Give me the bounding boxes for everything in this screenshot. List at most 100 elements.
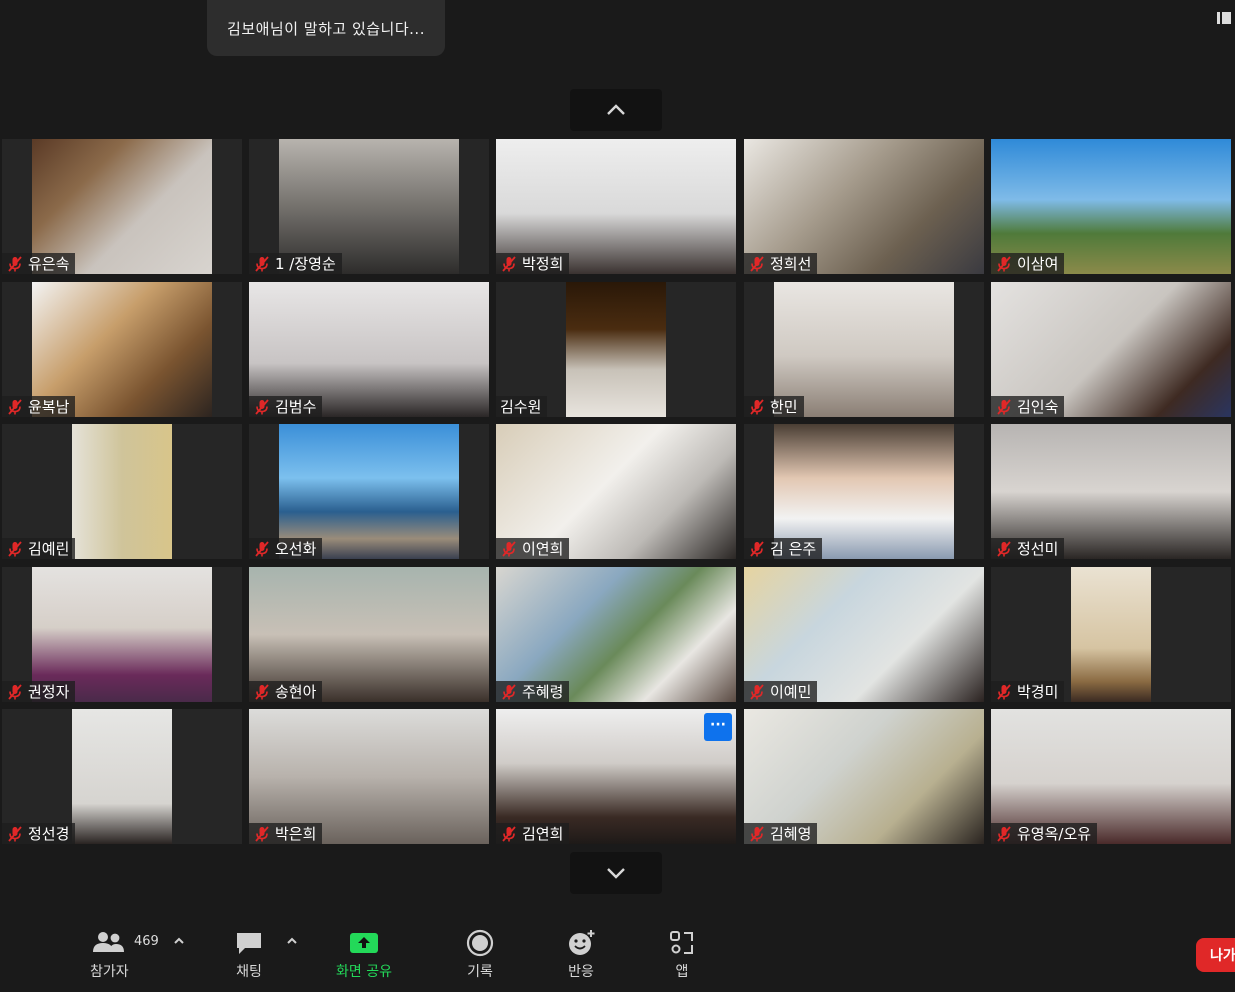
participant-tile[interactable]: 김수원 bbox=[496, 282, 736, 417]
share-screen-icon bbox=[349, 933, 378, 953]
participant-tile[interactable]: 유은속 bbox=[2, 139, 242, 274]
participant-name-tag: 박은희 bbox=[249, 823, 323, 844]
share-screen-button[interactable]: 화면 공유 bbox=[336, 928, 392, 981]
mic-muted-icon bbox=[8, 683, 22, 700]
mic-muted-icon bbox=[255, 398, 269, 415]
mic-muted-icon bbox=[255, 540, 269, 557]
participant-tile[interactable]: 권정자 bbox=[2, 567, 242, 702]
participant-tile[interactable]: 이연희 bbox=[496, 424, 736, 559]
chat-caret-icon[interactable] bbox=[285, 934, 299, 948]
mic-muted-icon bbox=[8, 540, 22, 557]
participant-name: 정희선 bbox=[770, 255, 812, 273]
mic-muted-icon bbox=[502, 683, 516, 700]
participant-name: 김연희 bbox=[522, 825, 564, 843]
participant-name-tag: 김범수 bbox=[249, 396, 323, 417]
view-layout-icon[interactable] bbox=[1217, 12, 1231, 24]
participant-tile[interactable]: 정선미 bbox=[991, 424, 1231, 559]
chevron-up-icon bbox=[607, 104, 625, 115]
participant-tile[interactable]: 정선경 bbox=[2, 709, 242, 844]
participant-tile[interactable]: 오선화 bbox=[249, 424, 489, 559]
apps-button[interactable]: 앱 bbox=[669, 928, 695, 981]
participant-tile[interactable]: 윤복남 bbox=[2, 282, 242, 417]
participant-tile[interactable]: 김혜영 bbox=[744, 709, 984, 844]
page-up-button[interactable] bbox=[570, 89, 662, 131]
participant-tile[interactable]: 박정희 bbox=[496, 139, 736, 274]
participant-name: 김인숙 bbox=[1017, 398, 1059, 416]
mic-muted-icon bbox=[750, 540, 764, 557]
record-label: 기록 bbox=[467, 964, 493, 980]
active-speaker-text: 김보애님이 말하고 있습니다... bbox=[227, 19, 425, 38]
chat-button[interactable]: 채팅 bbox=[235, 928, 263, 981]
participant-tile[interactable]: 김인숙 bbox=[991, 282, 1231, 417]
mic-muted-icon bbox=[8, 825, 22, 842]
more-options-icon[interactable]: ··· bbox=[704, 713, 732, 741]
leave-button[interactable]: 나가 bbox=[1196, 938, 1235, 972]
participant-name-tag: 정선경 bbox=[2, 823, 76, 844]
mic-muted-icon bbox=[8, 255, 22, 272]
chat-label: 채팅 bbox=[236, 964, 262, 980]
participant-name-tag: 김연희 bbox=[496, 823, 570, 844]
mic-muted-icon bbox=[750, 255, 764, 272]
reactions-icon bbox=[569, 930, 595, 955]
apps-icon bbox=[670, 931, 693, 954]
participant-name-tag: 윤복남 bbox=[2, 396, 76, 417]
participant-video bbox=[1071, 567, 1151, 702]
mic-muted-icon bbox=[502, 825, 516, 842]
participant-name-tag: 김 은주 bbox=[744, 538, 823, 559]
video-gallery: 유은속 1 /장영순 박정희 정희선 이삼여윤복남 김범수 김수원 한민 김인숙김예린 오선화 이연… bbox=[0, 139, 1235, 844]
participants-button[interactable]: 참가자 bbox=[90, 928, 129, 981]
participant-tile[interactable]: 1 /장영순 bbox=[249, 139, 489, 274]
active-speaker-banner: 김보애님이 말하고 있습니다... bbox=[207, 0, 445, 56]
participant-tile[interactable]: 김연희 ··· bbox=[496, 709, 736, 844]
participant-tile[interactable]: 주혜령 bbox=[496, 567, 736, 702]
page-down-button[interactable] bbox=[570, 852, 662, 894]
participant-name-tag: 송현아 bbox=[249, 681, 323, 702]
participant-tile[interactable]: 정희선 bbox=[744, 139, 984, 274]
participant-tile[interactable]: 이예민 bbox=[744, 567, 984, 702]
participant-name: 윤복남 bbox=[28, 398, 70, 416]
participant-count: 469 bbox=[134, 934, 159, 949]
mic-muted-icon bbox=[997, 540, 1011, 557]
record-icon bbox=[466, 929, 494, 957]
participant-name: 김수원 bbox=[500, 398, 542, 416]
participant-tile[interactable]: 박은희 bbox=[249, 709, 489, 844]
participant-video bbox=[72, 709, 172, 844]
participant-name: 주혜령 bbox=[522, 683, 564, 701]
participant-name: 오선화 bbox=[275, 540, 317, 558]
mic-muted-icon bbox=[255, 825, 269, 842]
participant-name-tag: 김인숙 bbox=[991, 396, 1065, 417]
mic-muted-icon bbox=[997, 255, 1011, 272]
meeting-toolbar: 참가자 469 채팅 화면 공유 기록 반응 앱 bbox=[0, 912, 1235, 992]
participant-name: 이예민 bbox=[770, 683, 812, 701]
record-button[interactable]: 기록 bbox=[466, 928, 494, 981]
participant-name: 김 은주 bbox=[770, 540, 817, 558]
participant-name: 정선경 bbox=[28, 825, 70, 843]
participant-name: 이삼여 bbox=[1017, 255, 1059, 273]
participant-name-tag: 이삼여 bbox=[991, 253, 1065, 274]
reactions-label: 반응 bbox=[568, 964, 594, 980]
participant-tile[interactable]: 유영옥/오유 bbox=[991, 709, 1231, 844]
participant-tile[interactable]: 김 은주 bbox=[744, 424, 984, 559]
participant-name-tag: 이예민 bbox=[744, 681, 818, 702]
participant-name: 한민 bbox=[770, 398, 798, 416]
participant-name-tag: 이연희 bbox=[496, 538, 570, 559]
participant-tile[interactable]: 김범수 bbox=[249, 282, 489, 417]
participant-name: 박은희 bbox=[275, 825, 317, 843]
participant-tile[interactable]: 이삼여 bbox=[991, 139, 1231, 274]
participant-tile[interactable]: 김예린 bbox=[2, 424, 242, 559]
participant-name-tag: 유영옥/오유 bbox=[991, 823, 1098, 844]
participant-name-tag: 정희선 bbox=[744, 253, 818, 274]
participant-name: 이연희 bbox=[522, 540, 564, 558]
participant-tile[interactable]: 한민 bbox=[744, 282, 984, 417]
mic-muted-icon bbox=[997, 825, 1011, 842]
participants-caret-icon[interactable] bbox=[172, 934, 186, 948]
participant-name: 유은속 bbox=[28, 255, 70, 273]
mic-muted-icon bbox=[997, 683, 1011, 700]
participant-name: 1 /장영순 bbox=[275, 255, 336, 273]
participant-name-tag: 유은속 bbox=[2, 253, 76, 274]
participant-tile[interactable]: 송현아 bbox=[249, 567, 489, 702]
mic-muted-icon bbox=[502, 540, 516, 557]
reactions-button[interactable]: 반응 bbox=[566, 928, 596, 981]
participant-name-tag: 주혜령 bbox=[496, 681, 570, 702]
participant-tile[interactable]: 박경미 bbox=[991, 567, 1231, 702]
